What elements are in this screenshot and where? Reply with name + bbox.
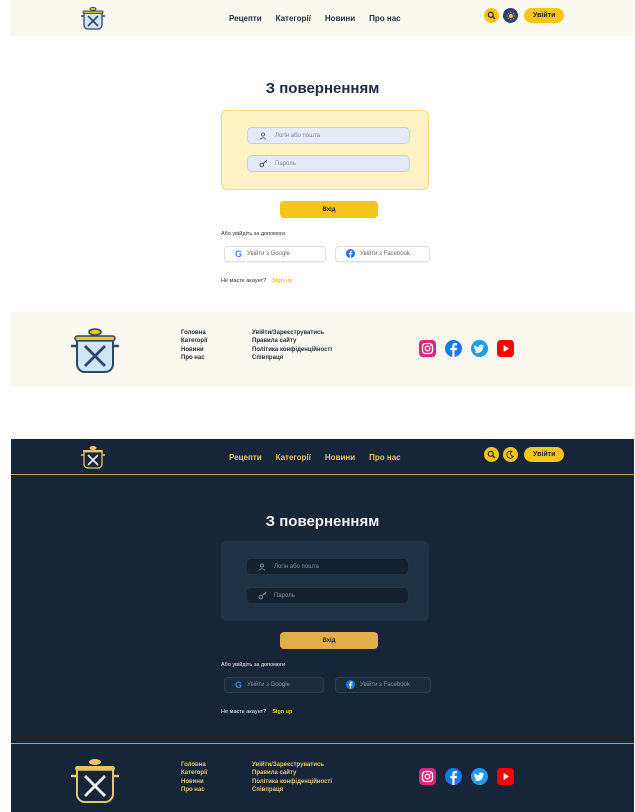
pot-logo-icon[interactable] <box>79 443 107 471</box>
instagram-icon[interactable] <box>419 340 436 357</box>
facebook-login-button[interactable]: Увійти з Facebook <box>335 246 430 262</box>
alt-login-label: Або увійдіть за допомоги <box>221 231 286 237</box>
facebook-login-button[interactable]: Увійти з Facebook <box>335 677 431 693</box>
footer-link-about[interactable]: Про нас <box>181 786 207 794</box>
facebook-icon[interactable] <box>445 340 462 357</box>
password-field[interactable]: Пароль <box>246 587 409 604</box>
twitter-icon[interactable] <box>471 340 488 357</box>
user-icon <box>259 131 275 140</box>
youtube-icon[interactable] <box>497 340 514 357</box>
no-account-text: Не маєте акаунт? <box>221 709 267 715</box>
nav-news[interactable]: Новини <box>325 14 355 23</box>
footer-link-privacy[interactable]: Політика конфіденційності <box>252 778 332 786</box>
sun-icon[interactable] <box>503 8 518 23</box>
nav-categories[interactable]: Категорії <box>276 453 311 462</box>
login-button[interactable]: Увійти <box>524 447 565 462</box>
alt-login-label: Або увійдіть за допомоги <box>221 662 286 668</box>
main-nav: Рецепти Категорії Новини Про нас <box>229 0 401 36</box>
google-login-button[interactable]: G Увійти з Google <box>224 246 326 262</box>
footer-link-login[interactable]: Увійти/Зареєструватись <box>252 761 332 769</box>
page-title: З поверненням <box>265 80 380 97</box>
footer-link-home[interactable]: Головна <box>181 761 207 769</box>
pot-logo-icon[interactable] <box>79 4 107 32</box>
password-placeholder: Пароль <box>274 592 295 599</box>
facebook-login-label: Увійти з Facebook <box>360 251 410 257</box>
footer-link-news[interactable]: Новини <box>181 346 207 354</box>
user-icon <box>258 562 274 571</box>
search-icon[interactable] <box>484 8 499 23</box>
no-account-text: Не маєте акаунт? <box>221 278 267 284</box>
signup-row: Не маєте акаунт? Sign up <box>221 278 292 284</box>
footer-link-rules[interactable]: Правила сайту <box>252 769 332 777</box>
footer-nav: Головна Категорії Новини Про нас <box>181 761 207 795</box>
footer-social <box>419 768 514 785</box>
google-login-label: Увійти з Google <box>247 682 290 688</box>
footer-link-privacy[interactable]: Політика конфіденційності <box>252 346 332 354</box>
nav-about[interactable]: Про нас <box>369 14 400 23</box>
dark-theme-page: Рецепти Категорії Новини Про нас Увійти … <box>11 439 634 812</box>
signup-link[interactable]: Sign up <box>272 278 292 284</box>
facebook-icon <box>346 248 355 260</box>
password-placeholder: Пароль <box>275 160 296 167</box>
signup-link[interactable]: Sign up <box>272 709 292 715</box>
submit-button[interactable]: Вхід <box>280 201 378 218</box>
signup-row: Не маєте акаунт? Sign up <box>221 709 292 715</box>
google-icon: G <box>235 680 243 690</box>
facebook-icon <box>346 679 355 691</box>
footer: Головна Категорії Новини Про нас Увійти/… <box>11 743 634 812</box>
twitter-icon[interactable] <box>471 768 488 785</box>
password-field[interactable]: Пароль <box>247 155 410 172</box>
login-field[interactable]: Логін або пошта <box>247 127 410 144</box>
footer: Головна Категорії Новини Про нас Увійти/… <box>11 312 634 387</box>
footer-link-news[interactable]: Новини <box>181 778 207 786</box>
login-placeholder: Логін або пошта <box>274 563 319 570</box>
login-button[interactable]: Увійти <box>524 8 565 23</box>
header: Рецепти Категорії Новини Про нас Увійти <box>11 0 634 36</box>
footer-info: Увійти/Зареєструватись Правила сайту Пол… <box>252 761 332 795</box>
login-form-card: Логін або пошта Пароль <box>221 110 429 190</box>
footer-link-cooperation[interactable]: Співпраця <box>252 354 332 362</box>
light-theme-page: Рецепти Категорії Новини Про нас Увійти … <box>11 0 634 387</box>
search-icon[interactable] <box>484 447 499 462</box>
header: Рецепти Категорії Новини Про нас Увійти <box>11 439 634 475</box>
page-title: З поверненням <box>265 513 380 530</box>
pot-logo-icon[interactable] <box>67 322 123 378</box>
key-icon <box>259 159 275 168</box>
key-icon <box>258 591 274 600</box>
footer-info: Увійти/Зареєструватись Правила сайту Пол… <box>252 329 332 363</box>
moon-icon[interactable] <box>503 447 518 462</box>
login-field[interactable]: Логін або пошта <box>246 558 409 575</box>
submit-button[interactable]: Вхід <box>280 632 378 649</box>
nav-recipes[interactable]: Рецепти <box>229 14 262 23</box>
header-actions: Увійти <box>484 447 565 462</box>
nav-recipes[interactable]: Рецепти <box>229 453 262 462</box>
nav-news[interactable]: Новини <box>325 453 355 462</box>
pot-logo-icon[interactable] <box>67 752 123 808</box>
main-nav: Рецепти Категорії Новини Про нас <box>229 439 401 475</box>
nav-categories[interactable]: Категорії <box>276 14 311 23</box>
footer-link-cooperation[interactable]: Співпраця <box>252 786 332 794</box>
footer-social <box>419 340 514 357</box>
google-login-button[interactable]: G Увійти з Google <box>224 677 324 693</box>
footer-link-about[interactable]: Про нас <box>181 354 207 362</box>
facebook-icon[interactable] <box>445 768 462 785</box>
google-icon: G <box>235 249 243 259</box>
footer-link-login[interactable]: Увійти/Зареєструватись <box>252 329 332 337</box>
youtube-icon[interactable] <box>497 768 514 785</box>
footer-link-categories[interactable]: Категорії <box>181 337 207 345</box>
nav-about[interactable]: Про нас <box>369 453 400 462</box>
google-login-label: Увійти з Google <box>247 251 290 257</box>
footer-link-home[interactable]: Головна <box>181 329 207 337</box>
footer-link-rules[interactable]: Правила сайту <box>252 337 332 345</box>
facebook-login-label: Увійти з Facebook <box>360 682 410 688</box>
login-form-card: Логін або пошта Пароль <box>221 541 429 621</box>
header-actions: Увійти <box>484 8 565 23</box>
footer-link-categories[interactable]: Категорії <box>181 769 207 777</box>
footer-nav: Головна Категорії Новини Про нас <box>181 329 207 363</box>
login-placeholder: Логін або пошта <box>275 132 320 139</box>
instagram-icon[interactable] <box>419 768 436 785</box>
